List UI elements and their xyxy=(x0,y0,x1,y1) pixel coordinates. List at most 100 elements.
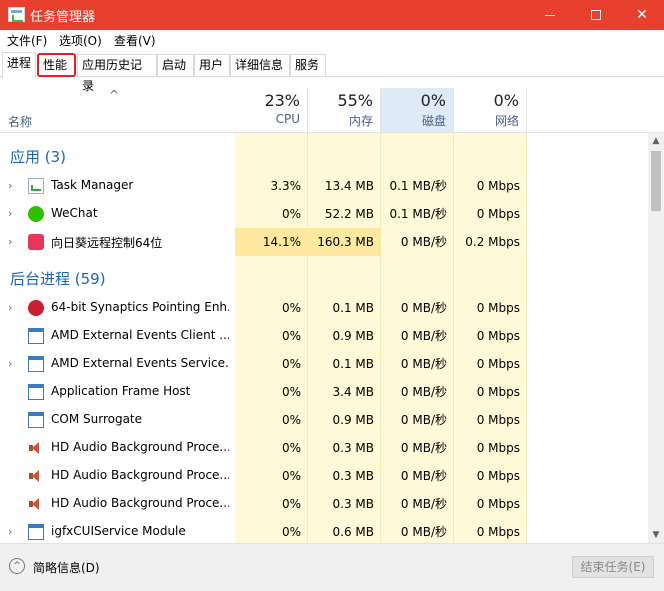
process-row[interactable]: › AMD External Events Service... 0% 0.1 MB 0… xyxy=(0,350,648,378)
memory-value: 0.1 MB xyxy=(332,357,374,371)
cpu-value: 0% xyxy=(281,525,301,539)
scroll-down-arrow-icon[interactable]: ▼ xyxy=(648,527,664,543)
disk-value: 0.1 MB/秒 xyxy=(389,179,447,193)
cpu-value: 0% xyxy=(281,441,301,455)
chevron-right-icon[interactable]: › xyxy=(8,235,12,248)
process-row[interactable]: HD Audio Background Proce... 0% 0.3 MB 0 MB… xyxy=(0,462,648,490)
tab-bar: 进程 性能 应用历史记录 启动 用户 详细信息 服务 xyxy=(0,52,664,93)
memory-total: 55% xyxy=(337,91,373,110)
network-value: 0 Mbps xyxy=(476,357,520,371)
process-row[interactable]: › 64-bit Synaptics Pointing Enh... 0% 0.1 M… xyxy=(0,294,648,322)
process-row[interactable]: › WeChat 0% 52.2 MB 0.1 MB/秒 0 Mbps xyxy=(0,200,648,228)
window-icon xyxy=(28,384,44,400)
footer: ^ 简略信息(D) 结束任务(E) xyxy=(0,543,664,591)
column-header: ^ 名称 23% CPU 55% 内存 0% 磁盘 0% 网络 xyxy=(0,88,664,133)
process-name: HD Audio Background Proce... xyxy=(51,440,229,454)
process-row[interactable]: › igfxCUIService Module 0% 0.6 MB 0 MB/秒 0 Mb… xyxy=(0,518,648,543)
cpu-value: 0% xyxy=(281,329,301,343)
column-network[interactable]: 0% 网络 xyxy=(454,88,527,132)
process-row[interactable]: Application Frame Host 0% 3.4 MB 0 MB/秒 0 Mb… xyxy=(0,378,648,406)
tab-users[interactable]: 用户 xyxy=(194,54,230,76)
memory-value: 0.1 MB xyxy=(332,301,374,315)
cpu-value: 14.1% xyxy=(235,228,308,256)
cpu-value: 0% xyxy=(281,301,301,315)
vertical-scrollbar[interactable]: ▲ ▼ xyxy=(648,133,664,543)
chevron-right-icon[interactable]: › xyxy=(8,207,12,220)
tab-performance[interactable]: 性能 xyxy=(37,53,76,77)
minimize-icon xyxy=(545,14,555,16)
scroll-thumb[interactable] xyxy=(651,151,661,211)
chevron-right-icon[interactable]: › xyxy=(8,179,12,192)
process-name: Task Manager xyxy=(51,178,134,192)
process-row[interactable]: HD Audio Background Proce... 0% 0.3 MB 0 MB… xyxy=(0,490,648,518)
disk-value: 0.1 MB/秒 xyxy=(389,207,447,221)
tab-app-history[interactable]: 应用历史记录 xyxy=(77,54,157,93)
process-row[interactable]: › 向日葵远程控制64位 14.1% 160.3 MB 0 MB/秒 0.2 Mbps xyxy=(0,228,648,256)
end-task-button[interactable]: 结束任务(E) xyxy=(572,556,654,578)
maximize-button[interactable] xyxy=(573,0,619,30)
network-label: 网络 xyxy=(494,114,519,128)
process-name: AMD External Events Service... xyxy=(51,356,229,370)
menu-options[interactable]: 选项(O) xyxy=(59,32,102,49)
tab-details[interactable]: 详细信息 xyxy=(230,54,290,76)
memory-value: 0.9 MB xyxy=(332,329,374,343)
speaker-icon xyxy=(28,496,44,512)
column-memory[interactable]: 55% 内存 xyxy=(308,88,381,132)
disk-value: 0 MB/秒 xyxy=(400,497,447,511)
task-manager-app-icon xyxy=(8,7,25,22)
scroll-up-arrow-icon[interactable]: ▲ xyxy=(648,133,664,149)
network-value: 0 Mbps xyxy=(476,413,520,427)
process-row[interactable]: › Task Manager 3.3% 13.4 MB 0.1 MB/秒 0 Mbps xyxy=(0,172,648,200)
cpu-value: 0% xyxy=(281,207,301,221)
network-value: 0 Mbps xyxy=(476,441,520,455)
menu-file[interactable]: 文件(F) xyxy=(7,32,47,49)
process-row[interactable]: AMD External Events Client ... 0% 0.9 MB 0 … xyxy=(0,322,648,350)
group-apps[interactable]: 应用 (3) xyxy=(10,146,66,167)
disk-value: 0 MB/秒 xyxy=(400,357,447,371)
task-manager-icon xyxy=(28,178,44,194)
disk-value: 0 MB/秒 xyxy=(400,525,447,539)
process-row[interactable]: COM Surrogate 0% 0.9 MB 0 MB/秒 0 Mbps xyxy=(0,406,648,434)
memory-value: 0.9 MB xyxy=(332,413,374,427)
disk-label: 磁盘 xyxy=(421,114,446,128)
menu-view[interactable]: 查看(V) xyxy=(114,32,156,49)
process-name: 64-bit Synaptics Pointing Enh... xyxy=(51,300,229,314)
chevron-right-icon[interactable]: › xyxy=(8,525,12,538)
disk-value: 0 MB/秒 xyxy=(400,329,447,343)
column-disk[interactable]: 0% 磁盘 xyxy=(381,88,454,132)
wechat-icon xyxy=(28,206,44,222)
process-name: WeChat xyxy=(51,206,98,220)
memory-value: 0.3 MB xyxy=(332,497,374,511)
column-name[interactable]: 名称 xyxy=(8,113,32,130)
window-icon xyxy=(28,356,44,372)
title-bar[interactable]: 任务管理器 ✕ xyxy=(0,0,664,30)
chevron-right-icon[interactable]: › xyxy=(8,357,12,370)
network-total: 0% xyxy=(493,91,519,110)
memory-value: 0.3 MB xyxy=(332,469,374,483)
network-value: 0 Mbps xyxy=(476,385,520,399)
network-value: 0 Mbps xyxy=(476,207,520,221)
fewer-details-link[interactable]: 简略信息(D) xyxy=(33,559,100,576)
column-cpu[interactable]: 23% CPU xyxy=(235,88,308,132)
tab-processes[interactable]: 进程 xyxy=(2,52,36,78)
minimize-button[interactable] xyxy=(527,0,573,30)
process-list: 应用 (3) › Task Manager 3.3% 13.4 MB 0.1 MB/秒 0… xyxy=(0,133,648,543)
synaptics-icon xyxy=(28,300,44,316)
process-name: Application Frame Host xyxy=(51,384,191,398)
process-name: HD Audio Background Proce... xyxy=(51,468,229,482)
disk-value: 0 MB/秒 xyxy=(400,413,447,427)
close-button[interactable]: ✕ xyxy=(619,0,664,30)
tab-startup[interactable]: 启动 xyxy=(157,54,194,76)
chevron-up-icon[interactable]: ^ xyxy=(9,558,25,574)
network-value: 0 Mbps xyxy=(476,329,520,343)
memory-value: 160.3 MB xyxy=(308,228,381,256)
disk-value: 0 MB/秒 xyxy=(400,301,447,315)
network-value: 0 Mbps xyxy=(476,469,520,483)
group-background[interactable]: 后台进程 (59) xyxy=(10,268,106,289)
process-name: igfxCUIService Module xyxy=(51,524,186,538)
memory-value: 52.2 MB xyxy=(324,207,374,221)
chevron-right-icon[interactable]: › xyxy=(8,301,12,314)
memory-value: 0.6 MB xyxy=(332,525,374,539)
process-row[interactable]: HD Audio Background Proce... 0% 0.3 MB 0 MB… xyxy=(0,434,648,462)
tab-services[interactable]: 服务 xyxy=(290,54,326,76)
